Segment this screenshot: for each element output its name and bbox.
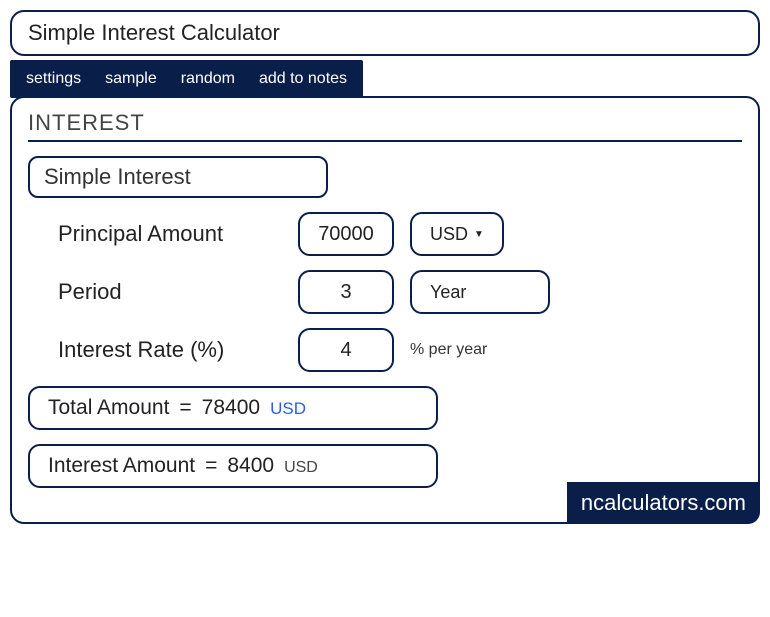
tab-random[interactable]: random <box>181 70 235 88</box>
total-unit: USD <box>270 399 306 419</box>
mode-selector[interactable]: Simple Interest <box>28 156 328 198</box>
calculator-panel: INTEREST Simple Interest Principal Amoun… <box>10 96 760 524</box>
equals-sign: = <box>205 454 217 478</box>
tab-strip: settings sample random add to notes <box>10 60 363 98</box>
interest-unit: USD <box>284 459 318 477</box>
row-period: Period Year <box>58 270 742 314</box>
period-unit-value: Year <box>430 282 466 303</box>
period-unit-select[interactable]: Year <box>410 270 550 314</box>
equals-sign: = <box>179 396 191 420</box>
interest-label: Interest Amount <box>48 454 195 478</box>
total-value: 78400 <box>202 396 260 420</box>
principal-input[interactable] <box>298 212 394 256</box>
row-rate: Interest Rate (%) % per year <box>58 328 742 372</box>
rate-label: Interest Rate (%) <box>58 337 298 363</box>
interest-value: 8400 <box>227 454 274 478</box>
section-title: INTEREST <box>28 110 742 142</box>
result-total: Total Amount = 78400 USD <box>28 386 438 430</box>
period-label: Period <box>58 279 298 305</box>
principal-currency-select[interactable]: USD ▼ <box>410 212 504 256</box>
tab-sample[interactable]: sample <box>105 70 157 88</box>
rate-input[interactable] <box>298 328 394 372</box>
result-interest: Interest Amount = 8400 USD <box>28 444 438 488</box>
principal-currency-value: USD <box>430 224 468 245</box>
principal-label: Principal Amount <box>58 221 298 247</box>
rate-unit-text: % per year <box>410 341 487 359</box>
tab-add-to-notes[interactable]: add to notes <box>259 70 347 88</box>
period-input[interactable] <box>298 270 394 314</box>
chevron-down-icon: ▼ <box>474 229 484 240</box>
tab-settings[interactable]: settings <box>26 70 81 88</box>
brand-badge: ncalculators.com <box>567 482 760 524</box>
page-title: Simple Interest Calculator <box>10 10 760 56</box>
row-principal: Principal Amount USD ▼ <box>58 212 742 256</box>
total-label: Total Amount <box>48 396 169 420</box>
